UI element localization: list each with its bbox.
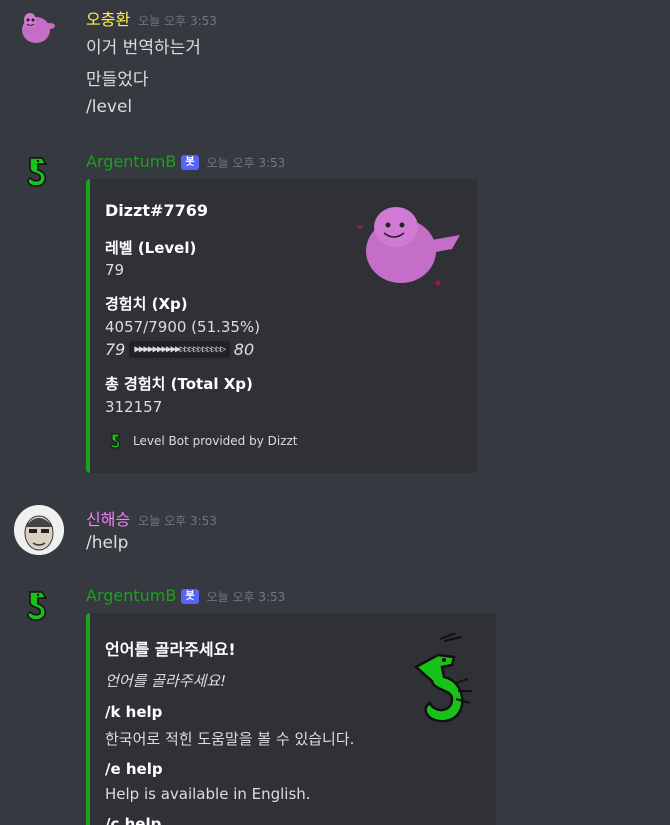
field-name: /c help xyxy=(105,815,162,825)
message-text: 만들었다 xyxy=(86,70,149,90)
bot-avatar[interactable] xyxy=(16,152,56,192)
embed-title: Dizzt#7769 xyxy=(105,201,208,220)
progress-start-level: 79 xyxy=(105,340,126,359)
message-text: /level xyxy=(86,97,133,117)
footer-text: Level Bot provided by Dizzt xyxy=(133,434,298,448)
level-progress: 79 ▶▶▶▶▶▶▶▶▶▶▷▷▷▷▷▷▷▷▷▷ 80 xyxy=(105,340,254,359)
field-value: 79 xyxy=(105,261,125,279)
message-text: /help xyxy=(86,533,129,553)
user-avatar[interactable] xyxy=(14,505,64,555)
bot-tag: 봇 xyxy=(181,589,199,604)
embed-description: 언어를 골라주세요! xyxy=(105,672,227,690)
bot-avatar[interactable] xyxy=(16,586,56,626)
field-name: /e help xyxy=(105,760,163,778)
footer-dragon-icon xyxy=(110,433,121,449)
green-dragon-icon xyxy=(27,157,48,187)
field-value: 312157 xyxy=(105,398,163,416)
green-dragon-icon xyxy=(27,591,48,621)
bot-tag: 봇 xyxy=(181,155,199,170)
field-value: 4057/7900 (51.35%) xyxy=(105,318,261,336)
timestamp: 오늘 오후 3:53 xyxy=(206,156,286,170)
message-text: 이거 번역하는거 xyxy=(86,38,201,58)
username[interactable]: ArgentumB xyxy=(86,152,176,171)
timestamp: 오늘 오후 3:53 xyxy=(138,14,217,28)
field-name: 총 경험치 (Total Xp) xyxy=(105,375,253,393)
username[interactable]: 오충환 xyxy=(86,6,130,30)
pink-creature-icon xyxy=(22,13,55,43)
level-embed: Dizzt#7769 레벨 (Level) 79 경험치 (Xp) 4057/7… xyxy=(86,179,478,473)
progress-bar: ▶▶▶▶▶▶▶▶▶▶▷▷▷▷▷▷▷▷▷▷ xyxy=(129,341,230,358)
dragon-thumbnail xyxy=(413,633,472,723)
username[interactable]: 신해승 xyxy=(86,506,130,530)
username[interactable]: ArgentumB xyxy=(86,586,176,605)
field-name: 레벨 (Level) xyxy=(105,239,197,257)
pink-creature-thumbnail xyxy=(358,207,460,286)
field-name: 경험치 (Xp) xyxy=(105,295,188,313)
field-name: /k help xyxy=(105,703,163,721)
embed-footer: Level Bot provided by Dizzt xyxy=(105,431,298,451)
timestamp: 오늘 오후 3:53 xyxy=(138,514,217,528)
embed-title: 언어를 골라주세요! xyxy=(105,640,236,659)
help-embed: 언어를 골라주세요! 언어를 골라주세요! /k help 한국어로 적힌 도움… xyxy=(86,613,496,825)
field-value: 한국어로 적힌 도움말을 볼 수 있습니다. xyxy=(105,730,355,748)
timestamp: 오늘 오후 3:53 xyxy=(206,590,286,604)
face-avatar-icon xyxy=(14,505,64,555)
field-value: Help is available in English. xyxy=(105,785,311,803)
progress-end-level: 80 xyxy=(233,340,255,359)
user-avatar[interactable] xyxy=(16,6,56,46)
